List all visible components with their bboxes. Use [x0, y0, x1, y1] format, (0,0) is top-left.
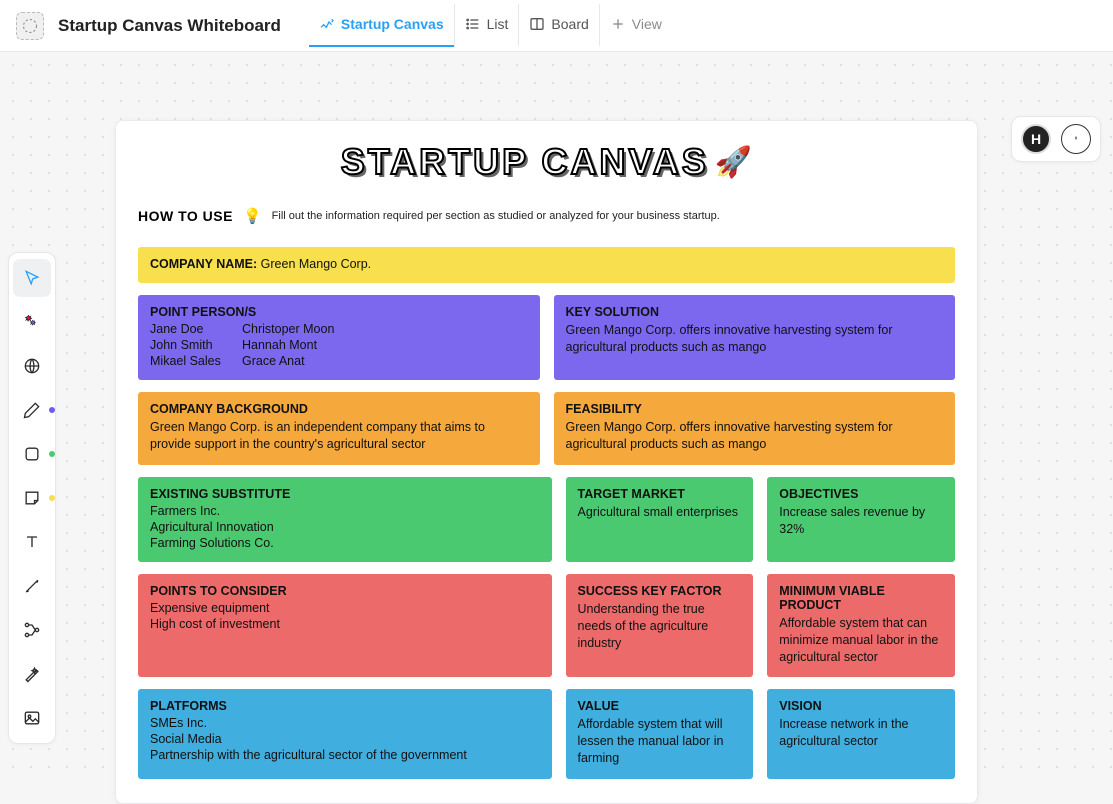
tab-list[interactable]: List [454, 4, 519, 47]
whiteboard-stage[interactable]: H STARTUP CANVAS 🚀 How to Use 💡 Fill out… [0, 52, 1113, 783]
view-tabs: Startup Canvas List Board View [309, 4, 672, 47]
howto-row: How to Use 💡 Fill out the information re… [116, 207, 977, 239]
presence-panel: H [1011, 116, 1101, 162]
text: Affordable system that will lessen the m… [578, 716, 742, 767]
text: Green Mango Corp. offers innovative harv… [566, 322, 944, 356]
card-value[interactable]: VALUE Affordable system that will lessen… [566, 689, 754, 779]
tool-image[interactable] [13, 699, 51, 737]
tool-connector[interactable] [13, 567, 51, 605]
pen-color-dot [49, 407, 55, 413]
tab-label: List [487, 16, 509, 32]
tool-ai-generate[interactable] [13, 303, 51, 341]
tab-add-view[interactable]: View [599, 4, 672, 47]
howto-title: How to Use [138, 208, 233, 224]
card-background[interactable]: COMPANY BACKGROUND Green Mango Corp. is … [138, 392, 540, 465]
avatar[interactable]: H [1021, 124, 1051, 154]
sticky-color-dot [49, 495, 55, 501]
tool-pointer[interactable] [13, 259, 51, 297]
tool-text[interactable] [13, 523, 51, 561]
text: Affordable system that can minimize manu… [779, 615, 943, 666]
card-points-to-consider[interactable]: POINTS TO CONSIDER Expensive equipment H… [138, 574, 552, 678]
item: High cost of investment [150, 617, 540, 631]
item: Partnership with the agricultural sector… [150, 748, 540, 762]
doc-icon[interactable] [16, 12, 44, 40]
top-bar: Startup Canvas Whiteboard Startup Canvas… [0, 0, 1113, 52]
label: VISION [779, 699, 943, 713]
item: Agricultural Innovation [150, 520, 540, 534]
tool-web[interactable] [13, 347, 51, 385]
doc-title[interactable]: Startup Canvas Whiteboard [58, 16, 281, 36]
tab-label: Startup Canvas [341, 16, 444, 32]
text: Green Mango Corp. offers innovative harv… [566, 419, 944, 453]
item: Farmers Inc. [150, 504, 540, 518]
card-mvp[interactable]: MINIMUM VIABLE PRODUCT Affordable system… [767, 574, 955, 678]
item: Farming Solutions Co. [150, 536, 540, 550]
item: Expensive equipment [150, 601, 540, 615]
canvas-board: STARTUP CANVAS 🚀 How to Use 💡 Fill out t… [115, 120, 978, 804]
tool-mindmap[interactable] [13, 611, 51, 649]
item: SMEs Inc. [150, 716, 540, 730]
person: John Smith [150, 338, 240, 352]
item: Social Media [150, 732, 540, 746]
person: Grace Anat [242, 354, 528, 368]
label: EXISTING SUBSTITUTE [150, 487, 540, 501]
card-point-persons[interactable]: POINT PERSON/S Jane Doe Christoper Moon … [138, 295, 540, 380]
label: KEY SOLUTION [566, 305, 944, 319]
rocket-icon: 🚀 [715, 145, 752, 180]
label: COMPANY NAME: [150, 257, 257, 271]
text: Increase network in the agricultural sec… [779, 716, 943, 750]
card-success-key-factor[interactable]: SUCCESS KEY FACTOR Understanding the tru… [566, 574, 754, 678]
shape-color-dot [49, 451, 55, 457]
card-company-name[interactable]: COMPANY NAME: Green Mango Corp. [138, 247, 955, 283]
tab-label: Board [551, 16, 588, 32]
label: COMPANY BACKGROUND [150, 402, 528, 416]
card-key-solution[interactable]: KEY SOLUTION Green Mango Corp. offers in… [554, 295, 956, 380]
card-feasibility[interactable]: FEASIBILITY Green Mango Corp. offers inn… [554, 392, 956, 465]
label: VALUE [578, 699, 742, 713]
canvas-title: STARTUP CANVAS [341, 141, 709, 183]
label: POINT PERSON/S [150, 305, 528, 319]
label: FEASIBILITY [566, 402, 944, 416]
tab-board[interactable]: Board [518, 4, 598, 47]
text: Green Mango Corp. is an independent comp… [150, 419, 528, 453]
card-existing-substitute[interactable]: EXISTING SUBSTITUTE Farmers Inc. Agricul… [138, 477, 552, 562]
text: Understanding the true needs of the agri… [578, 601, 742, 652]
tool-sticky-note[interactable] [13, 479, 51, 517]
card-vision[interactable]: VISION Increase network in the agricultu… [767, 689, 955, 779]
person: Mikael Sales [150, 354, 240, 368]
label: OBJECTIVES [779, 487, 943, 501]
howto-text: Fill out the information required per se… [272, 210, 720, 222]
bulb-icon: 💡 [243, 207, 262, 225]
card-objectives[interactable]: OBJECTIVES Increase sales revenue by 32% [767, 477, 955, 562]
person: Christoper Moon [242, 322, 528, 336]
person: Jane Doe [150, 322, 240, 336]
label: SUCCESS KEY FACTOR [578, 584, 742, 598]
tab-label: View [632, 16, 662, 32]
card-platforms[interactable]: PLATFORMS SMEs Inc. Social Media Partner… [138, 689, 552, 779]
tool-magic[interactable] [13, 655, 51, 693]
tab-startup-canvas[interactable]: Startup Canvas [309, 4, 454, 47]
label: TARGET MARKET [578, 487, 742, 501]
tool-shape[interactable] [13, 435, 51, 473]
label: MINIMUM VIABLE PRODUCT [779, 584, 943, 612]
value: Green Mango Corp. [261, 257, 371, 271]
label: PLATFORMS [150, 699, 540, 713]
tool-pen[interactable] [13, 391, 51, 429]
left-toolbar [8, 252, 56, 744]
text: Increase sales revenue by 32% [779, 504, 943, 538]
card-target-market[interactable]: TARGET MARKET Agricultural small enterpr… [566, 477, 754, 562]
text: Agricultural small enterprises [578, 504, 742, 521]
label: POINTS TO CONSIDER [150, 584, 540, 598]
person: Hannah Mont [242, 338, 528, 352]
help-button[interactable] [1061, 124, 1091, 154]
